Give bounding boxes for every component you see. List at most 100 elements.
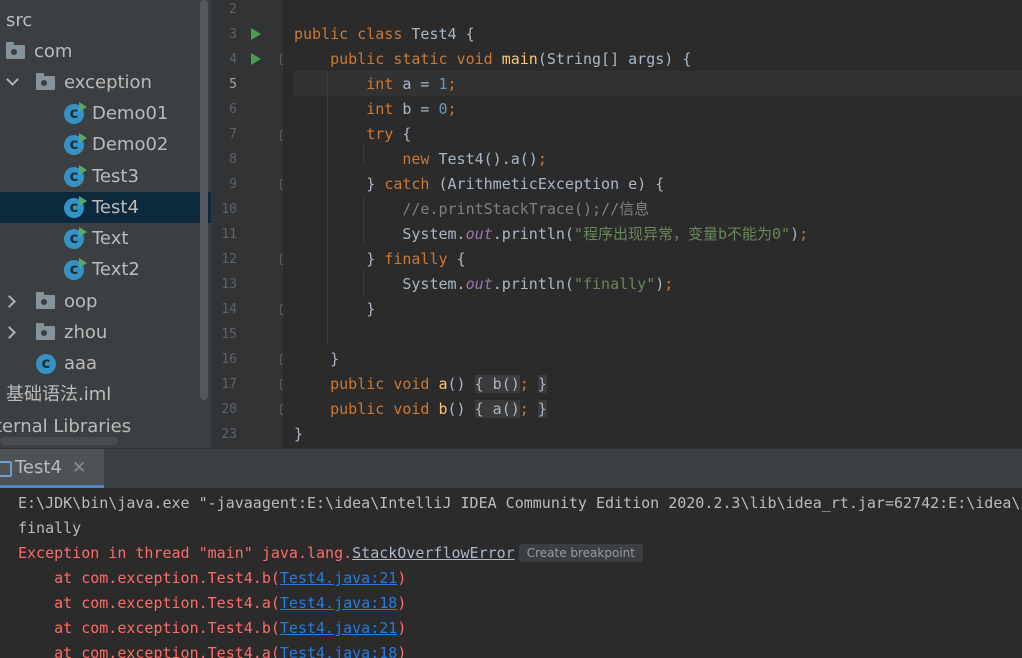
tree-item-label: Text (92, 228, 129, 249)
run-tab[interactable]: Test4 ✕ (0, 449, 104, 489)
code-token: public void (330, 400, 439, 418)
tree-item-demo01[interactable]: Demo01 (0, 98, 211, 129)
tree-item-zhou[interactable]: zhou (0, 317, 211, 348)
stack-frame-link[interactable]: Test4.java:18 (280, 594, 397, 612)
tree-item-oop[interactable]: oop (0, 286, 211, 317)
chevron-right-icon[interactable] (3, 326, 16, 339)
stack-frame-link[interactable]: Test4.java:21 (280, 569, 397, 587)
code-token: a = (402, 75, 439, 93)
tree-vertical-scrollbar[interactable] (200, 0, 208, 400)
code-token: } (294, 250, 385, 268)
code-token: { a() (474, 400, 520, 418)
tree-item-src[interactable]: src (0, 5, 211, 36)
stack-frame-link[interactable]: Test4.java:18 (280, 644, 397, 658)
code-line: public void b() { a(); } (294, 397, 547, 422)
project-tree: srccom exception Demo01 Demo02 Test3 Test4 Tex… (0, 0, 211, 448)
tree-item-text2[interactable]: Text2 (0, 254, 211, 285)
code-token: catch (384, 175, 439, 193)
tree-item-com[interactable]: com (0, 36, 211, 67)
stack-frame-link[interactable]: Test4.java:21 (280, 619, 397, 637)
line-number: 17 (221, 377, 237, 392)
tree-item-exception[interactable]: exception (0, 67, 211, 98)
line-number: 14 (221, 302, 237, 317)
chevron-down-icon[interactable] (6, 73, 19, 86)
run-gutter-icon[interactable] (251, 53, 261, 65)
code-token: int (366, 75, 403, 93)
code-line: //e.printStackTrace();//信息 (294, 197, 649, 222)
code-token: } (537, 400, 547, 418)
line-number: 13 (221, 277, 237, 292)
code-token: Test4().a() (438, 150, 538, 168)
code-token: } (294, 425, 304, 443)
code-token: } (294, 300, 376, 318)
code-token: main (501, 50, 538, 68)
tree-item-text[interactable]: Text (0, 223, 211, 254)
code-token: //e.printStackTrace();//信息 (402, 200, 650, 218)
tree-item-test3[interactable]: Test3 (0, 161, 211, 192)
tree-item-test4[interactable]: Test4 (0, 192, 211, 223)
code-token: .println( (492, 225, 574, 243)
console-exception-line: Exception in thread "main" java.lang.Sta… (18, 541, 643, 566)
code-line: int a = 1; (294, 72, 456, 97)
exception-class-link[interactable]: StackOverflowError (352, 544, 515, 562)
tree-item-label: Test3 (92, 166, 139, 187)
tree-item-label: zhou (64, 322, 108, 343)
tree-horizontal-scrollbar[interactable] (0, 437, 118, 445)
run-marker-icon (79, 102, 87, 112)
code-token: (ArithmeticException e) { (438, 175, 665, 193)
code-token: ) (655, 275, 665, 293)
runnable-class-icon (64, 102, 87, 124)
code-token: out (465, 275, 493, 293)
create-breakpoint-button[interactable]: Create breakpoint (518, 544, 643, 562)
stack-frame-text: at com.exception.Test4.a( (18, 644, 280, 658)
run-gutter-icon[interactable] (251, 28, 261, 40)
console-output-line: finally (18, 519, 82, 537)
line-number: 4 (229, 52, 237, 67)
code-token: System. (294, 225, 466, 243)
tree-item-demo02[interactable]: Demo02 (0, 129, 211, 160)
package-icon (36, 73, 55, 90)
code-token: try (366, 125, 403, 143)
package-icon (36, 292, 55, 309)
stack-frame: at com.exception.Test4.b(Test4.java:21) (18, 566, 406, 591)
tree-item-label: aaa (64, 353, 98, 374)
close-icon[interactable]: ✕ (72, 458, 86, 478)
line-number: 11 (221, 227, 237, 242)
runnable-class-icon (64, 133, 87, 155)
code-token: ; (537, 150, 547, 168)
code-line: } catch (ArithmeticException e) { (294, 172, 664, 197)
code-token: Test4 { (411, 25, 475, 43)
line-number: 9 (229, 177, 237, 192)
code-line: } (294, 347, 339, 372)
run-tab-label: Test4 (15, 457, 62, 478)
run-tool-window-header: Test4 ✕ (0, 448, 1022, 489)
line-number: 10 (221, 202, 237, 217)
chevron-right-icon[interactable] (3, 295, 16, 308)
stack-frame: at com.exception.Test4.a(Test4.java:18) (18, 641, 406, 658)
tree-item-label: 基础语法.iml (6, 384, 112, 405)
code-token: } (537, 375, 547, 393)
stack-frame-end: ) (397, 619, 407, 637)
tree-item-aaa[interactable]: aaa (0, 348, 211, 379)
code-token: new (402, 150, 439, 168)
code-token: .println( (492, 275, 574, 293)
line-number: 5 (229, 77, 237, 92)
indent-guide (363, 270, 364, 295)
class-icon (36, 353, 56, 374)
code-token: ; (447, 100, 457, 118)
runnable-class-icon (64, 196, 87, 218)
console-icon (0, 461, 12, 477)
tree-item--iml[interactable]: 基础语法.iml (0, 379, 211, 410)
line-number: 3 (229, 27, 237, 42)
indent-guide (363, 195, 364, 245)
run-console[interactable]: E:\JDK\bin\java.exe "-javaagent:E:\idea\… (0, 488, 1022, 658)
stack-frame-text: at com.exception.Test4.a( (18, 594, 280, 612)
runnable-class-icon (64, 165, 87, 187)
code-token: ; (799, 225, 809, 243)
runnable-class-icon (64, 227, 87, 249)
stack-frame-end: ) (397, 569, 407, 587)
line-number: 20 (221, 402, 237, 417)
package-icon (6, 42, 25, 59)
